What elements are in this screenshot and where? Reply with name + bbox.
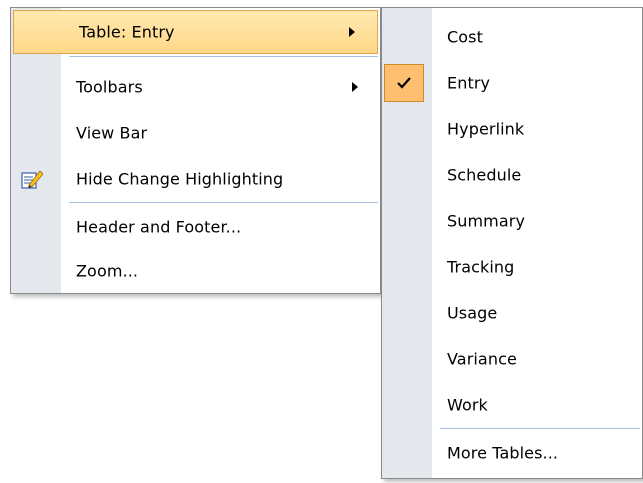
submenu-item-entry[interactable]: Entry (382, 60, 642, 106)
menu-item-table[interactable]: Table: Entry (13, 10, 378, 54)
menu-item-label: Toolbars (76, 77, 143, 97)
submenu-item-variance[interactable]: Variance (382, 336, 642, 382)
menu-separator (440, 428, 640, 429)
menu-item-label: Hyperlink (447, 119, 525, 139)
highlight-pen-icon (21, 168, 44, 190)
table-submenu: Cost Entry Hyperlink Schedule Summary Tr… (381, 7, 643, 479)
menu-item-zoom[interactable]: Zoom... (11, 248, 380, 294)
menu-item-toolbars[interactable]: Toolbars (11, 64, 380, 110)
submenu-item-more-tables[interactable]: More Tables... (382, 430, 642, 476)
submenu-item-work[interactable]: Work (382, 382, 642, 428)
menu-item-label: Table: Entry (79, 22, 175, 42)
submenu-item-tracking[interactable]: Tracking (382, 244, 642, 290)
menu-item-label: Work (447, 395, 488, 415)
menu-separator (69, 202, 378, 203)
menu-item-label: Variance (447, 349, 517, 369)
menu-item-label: Summary (447, 211, 526, 231)
menu-item-label: Schedule (447, 165, 522, 185)
menu-item-header-footer[interactable]: Header and Footer... (11, 204, 380, 250)
submenu-item-usage[interactable]: Usage (382, 290, 642, 336)
submenu-arrow-icon (352, 82, 358, 92)
submenu-item-summary[interactable]: Summary (382, 198, 642, 244)
menu-item-hide-change-highlighting[interactable]: Hide Change Highlighting (11, 156, 380, 202)
menu-item-view-bar[interactable]: View Bar (11, 110, 380, 156)
submenu-item-schedule[interactable]: Schedule (382, 152, 642, 198)
menu-item-label: More Tables... (447, 443, 559, 463)
submenu-arrow-icon (349, 27, 355, 37)
submenu-item-hyperlink[interactable]: Hyperlink (382, 106, 642, 152)
menu-item-label: Header and Footer... (76, 217, 242, 237)
menu-item-label: Cost (447, 27, 483, 47)
menu-separator (69, 56, 378, 57)
menu-item-label: View Bar (76, 123, 148, 143)
menu-item-label: Zoom... (76, 261, 139, 281)
view-menu: Table: Entry Toolbars View Bar Hide Chan… (10, 7, 381, 294)
menu-item-label: Entry (447, 73, 491, 93)
menu-item-label: Tracking (447, 257, 515, 277)
menu-item-label: Hide Change Highlighting (76, 169, 284, 189)
menu-item-label: Usage (447, 303, 498, 323)
checkmark-icon (384, 64, 424, 102)
submenu-item-cost[interactable]: Cost (382, 14, 642, 60)
